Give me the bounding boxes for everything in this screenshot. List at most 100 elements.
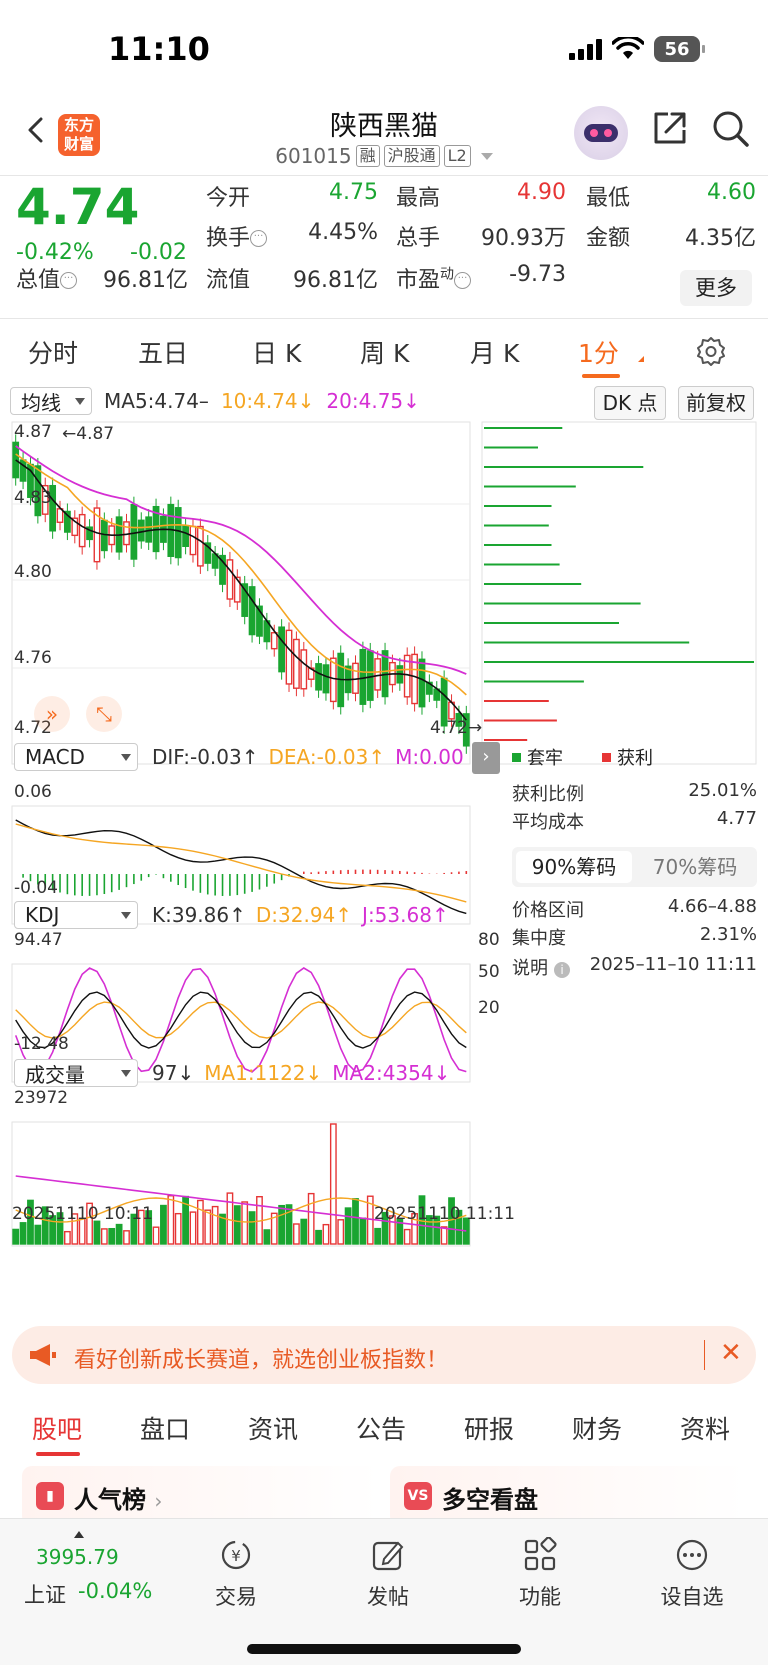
candlestick	[226, 559, 234, 600]
toggle-90-percent[interactable]: 90%筹码	[516, 851, 632, 883]
stock-header: 东方财富 陕西黑猫 601015 融 沪股通 L2	[0, 100, 768, 175]
popularity-title: 人气榜 ›	[74, 1486, 163, 1514]
share-icon[interactable]	[652, 110, 688, 146]
candlestick	[374, 658, 382, 691]
candlestick	[329, 657, 337, 703]
volume-bar	[64, 1230, 71, 1245]
volume-bar	[211, 1205, 219, 1245]
index-percent[interactable]: -0.04%	[78, 1579, 152, 1603]
low-marker-label: 4.72→	[430, 718, 483, 738]
index-value[interactable]: 3995.79	[36, 1545, 119, 1569]
tab-announcements[interactable]: 公告	[356, 1410, 406, 1446]
tab-intraday[interactable]: 分时	[28, 334, 78, 370]
nav-add-watchlist[interactable]: 设自选	[632, 1537, 752, 1611]
adjust-button[interactable]: 前复权	[678, 386, 754, 420]
amount-label: 金额	[586, 226, 631, 251]
caret-down-icon	[75, 397, 85, 405]
candlestick	[270, 632, 278, 650]
kdj-y-bottom: -12.48	[14, 1034, 69, 1054]
candlestick	[174, 507, 182, 559]
volume-bar	[344, 1207, 352, 1245]
mktcap-label: 总值 ···	[16, 262, 78, 294]
edit-icon	[372, 1541, 404, 1571]
tab-daily-k[interactable]: 日 K	[252, 334, 301, 370]
dea-line	[15, 823, 467, 903]
chip-percent-toggle: 90%筹码 70%筹码	[512, 847, 757, 887]
dk-point-button[interactable]: DK 点	[594, 386, 666, 420]
tab-news[interactable]: 资讯	[248, 1410, 298, 1446]
stock-code-row[interactable]: 601015 融 沪股通 L2	[0, 144, 768, 168]
candlestick	[78, 513, 86, 548]
volume-bar	[167, 1195, 175, 1245]
m-label: M:0.00	[395, 745, 464, 769]
tab-one-minute[interactable]: 1分	[578, 334, 619, 370]
float-label: 流值	[206, 268, 251, 293]
candlestick	[248, 586, 256, 636]
bottom-nav: 3995.79 上证 -0.04% ¥ 交易 发帖 功能 设自选	[0, 1518, 768, 1665]
info-dots-icon[interactable]: ···	[250, 230, 268, 247]
caret-up-icon	[74, 1531, 84, 1538]
volume-bar	[108, 1227, 116, 1245]
tab-orderbook[interactable]: 盘口	[140, 1410, 190, 1446]
nav-functions[interactable]: 功能	[480, 1537, 600, 1611]
volume-bar	[329, 1123, 337, 1245]
tab-profile[interactable]: 资料	[680, 1410, 730, 1446]
mktcap-value: 96.81亿	[103, 268, 188, 293]
gear-icon[interactable]	[696, 336, 726, 366]
kdj-select[interactable]: KDJ	[14, 901, 138, 929]
nav-trade[interactable]: ¥ 交易	[176, 1537, 296, 1611]
chevron-down-icon[interactable]	[632, 356, 644, 362]
nav-post[interactable]: 发帖	[328, 1537, 448, 1611]
close-icon[interactable]: ✕	[720, 1338, 742, 1368]
amount-value: 4.35亿	[685, 226, 756, 251]
concentration-row: 集中度 2.31%	[512, 924, 757, 949]
popularity-card[interactable]: ▮ 人气榜 ›	[22, 1466, 380, 1526]
more-dots-icon	[676, 1539, 708, 1571]
chart-area: 均线 MA5:4.74– 10:4.74↓ 20:4.75↓ DK 点 前复权 …	[0, 384, 768, 1284]
promo-banner[interactable]: 看好创新成长赛道，就选创业板指数！ ✕	[12, 1326, 756, 1384]
float-value: 96.81亿	[293, 268, 378, 293]
volume-select[interactable]: 成交量	[14, 1059, 138, 1087]
search-icon[interactable]	[712, 110, 750, 148]
macd-select[interactable]: MACD	[14, 743, 138, 771]
tab-weekly-k[interactable]: 周 K	[360, 334, 409, 370]
volume-y-top: 23972	[14, 1088, 69, 1108]
volume-bar	[337, 1219, 345, 1245]
last-price: 4.74	[16, 178, 140, 236]
status-time: 11:10	[108, 30, 210, 68]
more-button[interactable]: 更多	[680, 270, 752, 306]
ma-select[interactable]: 均线	[10, 387, 92, 415]
toggle-70-percent[interactable]: 70%筹码	[637, 851, 753, 883]
tab-monthly-k[interactable]: 月 K	[470, 334, 519, 370]
volume-bar	[359, 1217, 367, 1245]
tab-finance[interactable]: 财务	[572, 1410, 622, 1446]
volume-bar	[307, 1192, 315, 1245]
expand-arrows-icon[interactable]: »	[34, 696, 70, 732]
volume-bar	[204, 1209, 212, 1245]
pe-value: -9.73	[509, 262, 566, 287]
kdj-level-80: 80	[478, 930, 500, 950]
info-dots-icon[interactable]: ···	[60, 272, 78, 289]
period-tabs: 分时 五日 日 K 周 K 月 K 1分	[0, 320, 768, 382]
volume-indicator-row: 成交量 97↓ MA1:1122↓ MA2:4354↓	[14, 1058, 519, 1088]
info-icon[interactable]: i	[554, 962, 570, 978]
volume-bar	[152, 1226, 160, 1245]
volume-value: 90.93万	[481, 226, 566, 251]
l2-tag: L2	[443, 145, 471, 167]
active-tab-indicator	[582, 374, 620, 378]
ma20-label: 20:4.75↓	[326, 389, 420, 413]
long-short-card[interactable]: VS 多空看盘	[390, 1466, 746, 1526]
tab-research[interactable]: 研报	[464, 1410, 514, 1446]
candlestick	[322, 664, 330, 694]
high-value: 4.90	[517, 180, 566, 205]
volume-bar	[263, 1229, 271, 1245]
assistant-avatar[interactable]	[574, 106, 628, 160]
tab-five-day[interactable]: 五日	[138, 334, 188, 370]
tab-guba[interactable]: 股吧	[32, 1410, 82, 1446]
index-label[interactable]: 上证	[24, 1579, 66, 1609]
fullscreen-icon[interactable]: ⤡	[86, 696, 122, 732]
status-icons: 56	[569, 36, 705, 62]
info-dots-icon[interactable]: ···	[454, 272, 472, 289]
chevron-down-icon[interactable]	[480, 152, 493, 160]
connect-tag: 沪股通	[383, 145, 440, 167]
